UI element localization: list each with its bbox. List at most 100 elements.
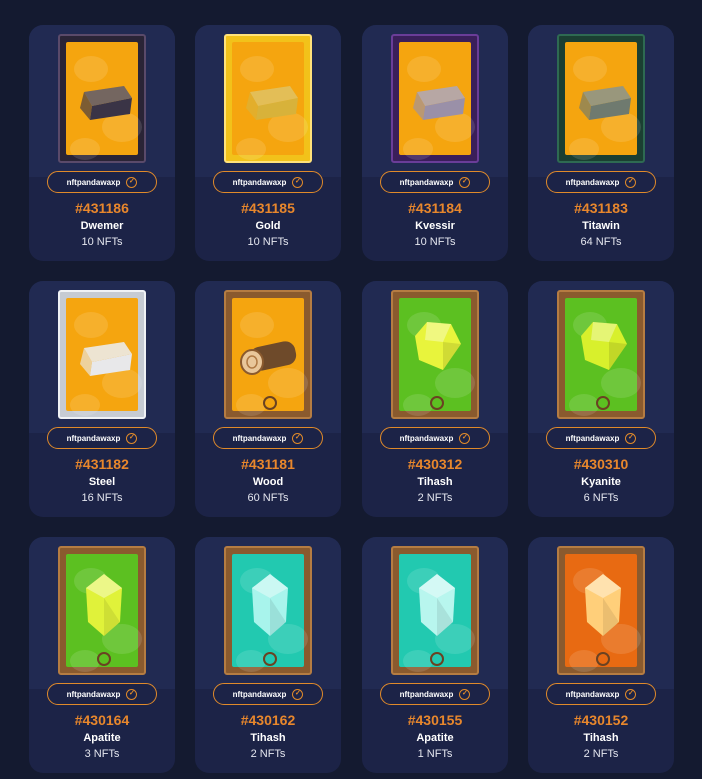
nft-image[interactable] bbox=[557, 290, 645, 419]
ingot-icon bbox=[76, 82, 134, 127]
nft-image-background bbox=[66, 42, 142, 160]
nft-image[interactable] bbox=[224, 290, 312, 419]
owner-name: nftpandawaxp bbox=[399, 177, 454, 187]
owner-name: nftpandawaxp bbox=[66, 177, 121, 187]
element-medallion-icon bbox=[97, 652, 111, 666]
owner-badge[interactable]: nftpandawaxp ✓ bbox=[47, 683, 157, 705]
decorative-blob bbox=[236, 394, 266, 416]
nft-name: Gold bbox=[255, 220, 281, 232]
nft-name: Kvessir bbox=[415, 220, 455, 232]
decorative-blob bbox=[236, 650, 266, 672]
template-id: #431182 bbox=[75, 456, 129, 472]
nft-card[interactable]: nftpandawaxp ✓ #431181 Wood 60 NFTs bbox=[195, 281, 341, 517]
nft-card[interactable]: nftpandawaxp ✓ #430312 Tihash 2 NFTs bbox=[362, 281, 508, 517]
nft-card[interactable]: nftpandawaxp ✓ #431183 Titawin 64 NFTs bbox=[528, 25, 674, 261]
check-circle-icon: ✓ bbox=[292, 432, 304, 444]
template-id: #430310 bbox=[573, 456, 629, 472]
nft-card[interactable]: nftpandawaxp ✓ #431184 Kvessir 10 NFTs bbox=[362, 25, 508, 261]
owner-badge[interactable]: nftpandawaxp ✓ bbox=[47, 171, 157, 193]
check-circle-icon: ✓ bbox=[459, 176, 471, 188]
nft-image[interactable] bbox=[58, 34, 146, 163]
template-id: #431184 bbox=[408, 200, 462, 216]
check-circle-icon: ✓ bbox=[126, 688, 138, 700]
nft-count: 10 NFTs bbox=[81, 236, 123, 248]
nft-image[interactable] bbox=[58, 290, 146, 419]
owner-name: nftpandawaxp bbox=[565, 689, 620, 699]
nft-card[interactable]: nftpandawaxp ✓ #431182 Steel 16 NFTs bbox=[29, 281, 175, 517]
nft-image[interactable] bbox=[557, 546, 645, 675]
decorative-blob bbox=[403, 650, 433, 672]
owner-name: nftpandawaxp bbox=[232, 177, 287, 187]
nft-card[interactable]: nftpandawaxp ✓ #430155 Apatite 1 NFTs bbox=[362, 537, 508, 773]
template-id: #431183 bbox=[574, 200, 628, 216]
nft-name: Tihash bbox=[417, 476, 453, 488]
nft-count: 60 NFTs bbox=[247, 492, 289, 504]
nft-grid: nftpandawaxp ✓ #431186 Dwemer 10 NFTs nftpand… bbox=[0, 0, 702, 779]
nft-name: Apatite bbox=[416, 732, 454, 744]
check-circle-icon: ✓ bbox=[459, 432, 471, 444]
check-circle-icon: ✓ bbox=[625, 432, 637, 444]
nft-image[interactable] bbox=[391, 546, 479, 675]
nft-image[interactable] bbox=[58, 546, 146, 675]
element-medallion-icon bbox=[430, 652, 444, 666]
template-id: #430152 bbox=[573, 712, 629, 728]
owner-badge[interactable]: nftpandawaxp ✓ bbox=[47, 427, 157, 449]
nft-image[interactable] bbox=[391, 34, 479, 163]
nft-card[interactable]: nftpandawaxp ✓ #431186 Dwemer 10 NFTs bbox=[29, 25, 175, 261]
owner-badge[interactable]: nftpandawaxp ✓ bbox=[380, 427, 490, 449]
check-circle-icon: ✓ bbox=[292, 688, 304, 700]
owner-badge[interactable]: nftpandawaxp ✓ bbox=[213, 171, 323, 193]
nft-card[interactable]: nftpandawaxp ✓ #430310 Kyanite 6 NFTs bbox=[528, 281, 674, 517]
nft-image-background bbox=[565, 42, 641, 160]
crystal-icon bbox=[581, 572, 625, 643]
nft-name: Tihash bbox=[583, 732, 619, 744]
nft-name: Dwemer bbox=[80, 220, 124, 232]
crystal-icon bbox=[82, 572, 126, 643]
decorative-blob bbox=[240, 56, 274, 82]
owner-badge[interactable]: nftpandawaxp ✓ bbox=[380, 683, 490, 705]
nft-card[interactable]: nftpandawaxp ✓ #431185 Gold 10 NFTs bbox=[195, 25, 341, 261]
nft-image[interactable] bbox=[224, 546, 312, 675]
decorative-blob bbox=[70, 394, 100, 416]
ingot-icon bbox=[409, 82, 467, 127]
template-id: #431185 bbox=[241, 200, 295, 216]
owner-badge[interactable]: nftpandawaxp ✓ bbox=[546, 171, 656, 193]
owner-name: nftpandawaxp bbox=[399, 689, 454, 699]
nft-image[interactable] bbox=[557, 34, 645, 163]
template-id: #430312 bbox=[407, 456, 463, 472]
nft-name: Titawin bbox=[582, 220, 620, 232]
check-circle-icon: ✓ bbox=[292, 176, 304, 188]
nft-count: 6 NFTs bbox=[583, 492, 619, 504]
nft-count: 3 NFTs bbox=[84, 748, 120, 760]
owner-name: nftpandawaxp bbox=[399, 433, 454, 443]
log-icon bbox=[238, 338, 300, 381]
owner-name: nftpandawaxp bbox=[66, 433, 121, 443]
owner-badge[interactable]: nftpandawaxp ✓ bbox=[380, 171, 490, 193]
owner-badge[interactable]: nftpandawaxp ✓ bbox=[546, 683, 656, 705]
decorative-blob bbox=[569, 650, 599, 672]
owner-badge[interactable]: nftpandawaxp ✓ bbox=[213, 683, 323, 705]
owner-badge[interactable]: nftpandawaxp ✓ bbox=[213, 427, 323, 449]
nft-card[interactable]: nftpandawaxp ✓ #430162 Tihash 2 NFTs bbox=[195, 537, 341, 773]
nft-image-background bbox=[399, 42, 475, 160]
owner-badge[interactable]: nftpandawaxp ✓ bbox=[546, 427, 656, 449]
nft-image-background bbox=[565, 554, 641, 672]
template-id: #430162 bbox=[240, 712, 296, 728]
decorative-blob bbox=[70, 650, 100, 672]
nft-image-background bbox=[565, 298, 641, 416]
decorative-blob bbox=[403, 394, 433, 416]
decorative-blob bbox=[569, 138, 599, 160]
nft-card[interactable]: nftpandawaxp ✓ #430152 Tihash 2 NFTs bbox=[528, 537, 674, 773]
check-circle-icon: ✓ bbox=[126, 432, 138, 444]
decorative-blob bbox=[569, 394, 599, 416]
gem-icon bbox=[413, 320, 463, 379]
nft-image[interactable] bbox=[224, 34, 312, 163]
decorative-blob bbox=[573, 56, 607, 82]
element-medallion-icon bbox=[263, 652, 277, 666]
nft-card[interactable]: nftpandawaxp ✓ #430164 Apatite 3 NFTs bbox=[29, 537, 175, 773]
nft-image[interactable] bbox=[391, 290, 479, 419]
ingot-icon bbox=[575, 82, 633, 127]
owner-name: nftpandawaxp bbox=[565, 177, 620, 187]
decorative-blob bbox=[407, 56, 441, 82]
crystal-icon bbox=[248, 572, 292, 643]
